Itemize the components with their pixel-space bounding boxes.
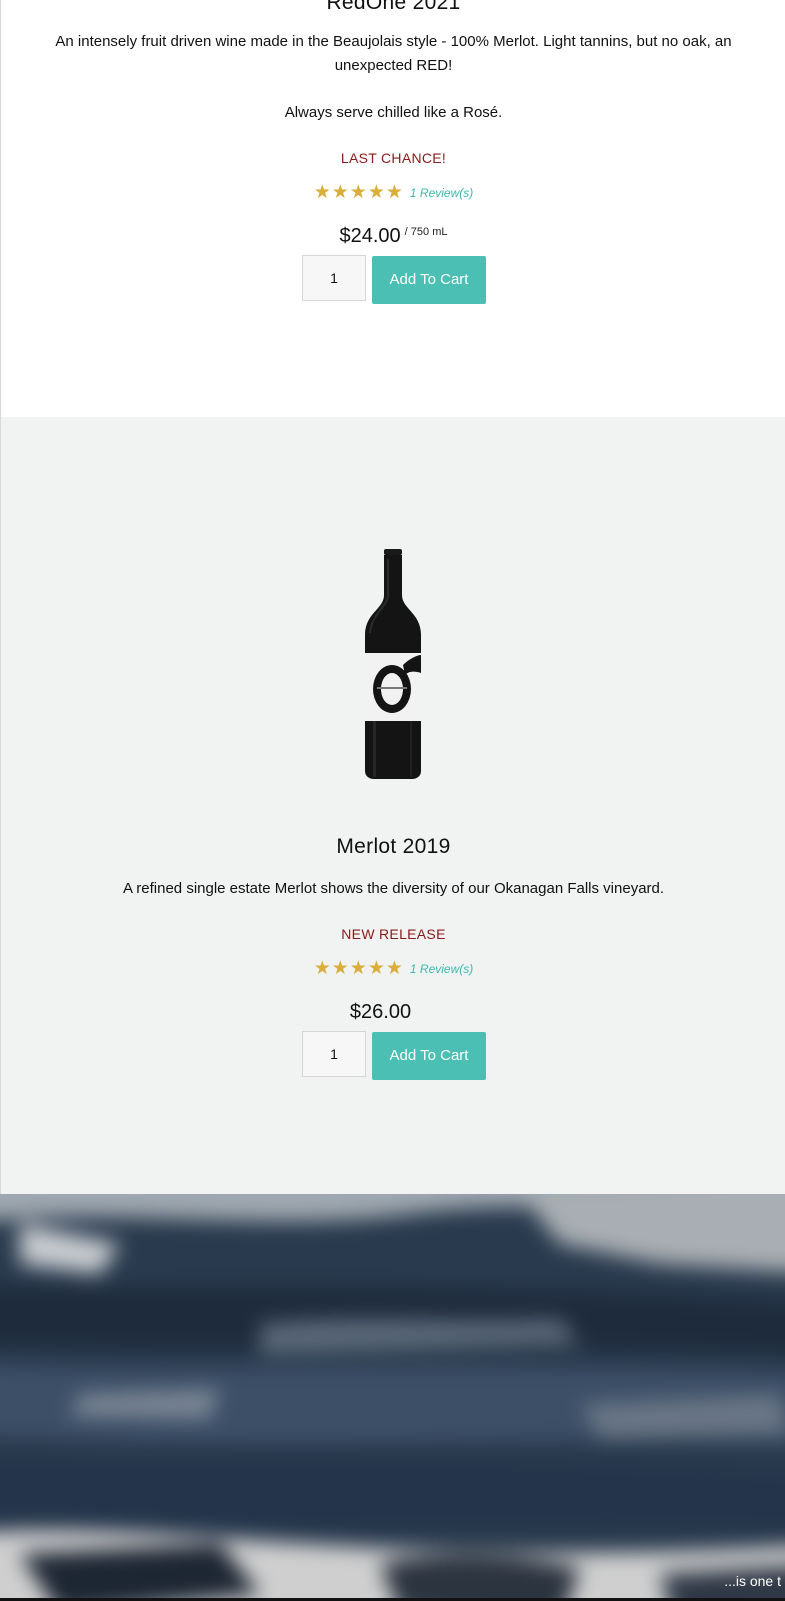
add-to-cart-button[interactable]: Add To Cart [372,256,486,304]
quantity-input[interactable]: 1 [302,1031,366,1077]
product-title: Merlot 2019 [336,835,451,858]
blurred-landscape-image [0,1194,785,1601]
status-badge: LAST CHANCE! [340,150,447,166]
rating-row: ★★★★★ 1 Review(s) [1,957,785,979]
product-title: RedOne 2021 [326,0,461,14]
product-card-redone: RedOne 2021 An intensely fruit driven wi… [0,0,785,417]
reviews-link[interactable]: 1 Review(s) [410,962,473,976]
hero-banner: ...is one t [0,1194,785,1601]
star-rating-icon: ★★★★★ [313,958,404,979]
banner-caption: ...is one t [724,1573,781,1589]
wine-bottle-image[interactable] [365,549,421,779]
product-serving-note: Always serve chilled like a Rosé. [284,104,503,121]
price: $26.00 [349,1001,412,1023]
status-badge: NEW RELEASE [341,926,446,942]
price-row: $24.00/ 750 mL [1,225,785,248]
product-card-merlot: Merlot 2019 A refined single estate Merl… [0,417,785,1194]
price: $24.00 [339,225,401,247]
add-to-cart-button[interactable]: Add To Cart [372,1032,486,1080]
price-row: $26.00 [1,1001,785,1024]
reviews-link[interactable]: 1 Review(s) [410,186,473,200]
product-description: An intensely fruit driven wine made in t… [55,33,732,74]
quantity-input[interactable]: 1 [302,255,366,301]
star-rating-icon: ★★★★★ [313,182,404,203]
price-unit: / 750 mL [404,226,448,238]
product-description: A refined single estate Merlot shows the… [122,880,665,897]
rating-row: ★★★★★ 1 Review(s) [1,181,785,203]
